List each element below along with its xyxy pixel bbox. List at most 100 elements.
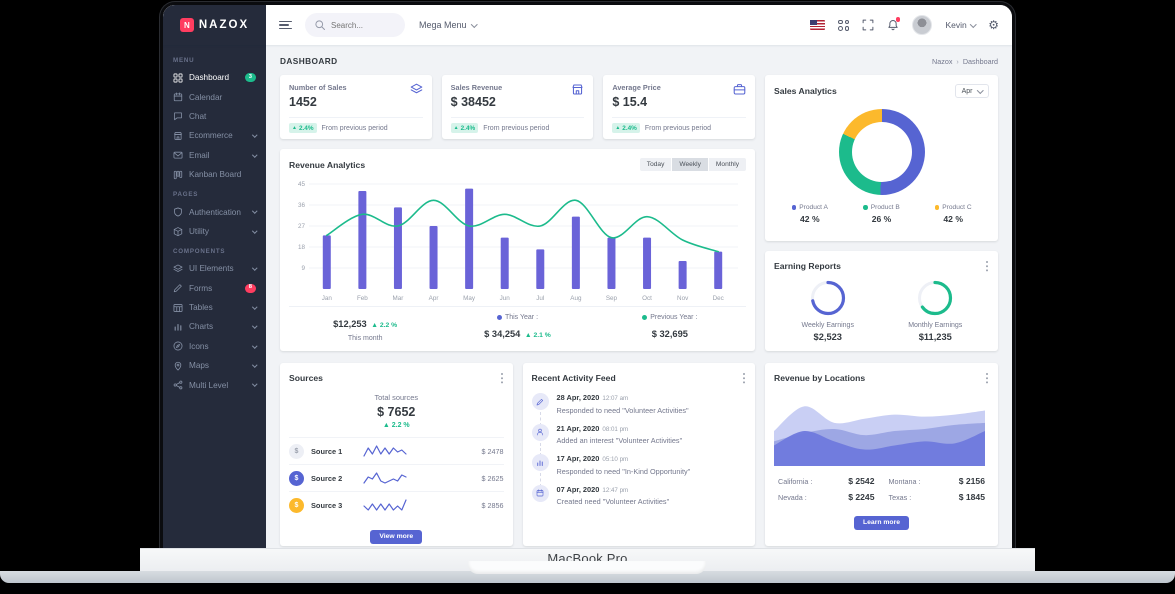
user-icon <box>532 424 549 441</box>
logo[interactable]: N NAZOX <box>163 5 266 45</box>
earning-items: Weekly Earnings$2,523Monthly Earnings$11… <box>774 279 989 342</box>
sidebar-item-dashboard[interactable]: Dashboard3 <box>163 68 266 87</box>
sidebar-item-multi-level[interactable]: Multi Level <box>163 375 266 394</box>
location-stats: California :$ 2542Montana :$ 2156Nevada … <box>774 476 989 502</box>
language-flag-us[interactable] <box>810 20 825 30</box>
chevron-down-icon <box>252 209 257 214</box>
macbook-screen: N NAZOX Mega Menu Kevin ⚙ MENUDashboard3… <box>163 5 1012 548</box>
sidebar-item-tables[interactable]: Tables <box>163 298 266 317</box>
sales-donut-chart <box>839 109 925 195</box>
avatar[interactable] <box>912 15 932 35</box>
svg-text:Nov: Nov <box>677 295 689 302</box>
svg-text:45: 45 <box>298 181 306 188</box>
delta-badge: ▲2.4% <box>289 123 317 133</box>
chevron-down-icon <box>252 324 257 329</box>
legend-dot <box>642 315 647 320</box>
notifications-bell-icon[interactable] <box>887 19 899 31</box>
sidebar-item-charts[interactable]: Charts <box>163 317 266 336</box>
this-year-delta: ▲ 2.1 % <box>525 332 551 339</box>
activity-item: 07 Apr, 202012:47 pmCreated need "Volunt… <box>532 485 747 507</box>
compass-icon <box>173 341 183 351</box>
revenue-locations-card: Revenue by Locations California :$ 2542M… <box>765 363 998 546</box>
chevron-down-icon <box>252 362 257 367</box>
source-row-source-3[interactable]: $Source 3$ 2856 <box>289 491 504 518</box>
svg-text:36: 36 <box>298 202 306 209</box>
legend-dot <box>863 205 868 210</box>
activity-feed-card: Recent Activity Feed 28 Apr, 202012:07 a… <box>523 363 756 546</box>
sidebar-item-ecommerce[interactable]: Ecommerce <box>163 126 266 145</box>
source-row-source-2[interactable]: $Source 2$ 2625 <box>289 464 504 491</box>
topbar: N NAZOX Mega Menu Kevin ⚙ <box>163 5 1012 45</box>
svg-text:27: 27 <box>298 223 306 230</box>
table-icon <box>173 303 183 313</box>
sidebar-item-ui-elements[interactable]: UI Elements <box>163 259 266 278</box>
range-button-weekly[interactable]: Weekly <box>672 158 708 171</box>
svg-text:Jan: Jan <box>322 295 333 302</box>
search-icon <box>314 19 326 31</box>
mega-menu-button[interactable]: Mega Menu <box>419 20 476 30</box>
topbar-actions: Kevin ⚙ <box>810 15 1012 35</box>
sidebar-item-chat[interactable]: Chat <box>163 107 266 126</box>
sidebar-item-utility[interactable]: Utility <box>163 222 266 241</box>
card-title: Recent Activity Feed <box>532 373 616 383</box>
sidebar-item-forms[interactable]: Forms8 <box>163 279 266 298</box>
page-title: DASHBOARD <box>280 56 338 66</box>
chevron-down-icon <box>471 21 477 27</box>
sales-analytics-card: Sales Analytics Apr Product A42 %Product… <box>765 75 998 241</box>
card-title: Earning Reports <box>774 261 841 271</box>
month-label: This month <box>289 335 441 342</box>
svg-text:May: May <box>463 295 476 302</box>
fullscreen-icon[interactable] <box>862 19 874 31</box>
bars-icon <box>173 322 183 332</box>
search-input[interactable] <box>331 21 396 30</box>
source-icon: $ <box>289 471 304 486</box>
month-select[interactable]: Apr <box>955 84 989 98</box>
legend-dot <box>792 205 797 210</box>
location-stat-texas-: Texas :$ 1845 <box>889 492 986 502</box>
earning-reports-card: Earning Reports Weekly Earnings$2,523Mon… <box>765 251 998 351</box>
sidebar-item-maps[interactable]: Maps <box>163 356 266 375</box>
calendar-icon <box>173 92 183 102</box>
sparkline-chart <box>362 498 408 512</box>
month-value: $12,253 <box>333 319 367 329</box>
revenue-analytics-card: Revenue Analytics TodayWeeklyMonthly 453… <box>280 149 755 351</box>
kebab-menu-icon[interactable] <box>986 260 989 272</box>
svg-text:Feb: Feb <box>357 295 368 302</box>
sidebar-item-calendar[interactable]: Calendar <box>163 87 266 106</box>
range-button-today[interactable]: Today <box>640 158 672 171</box>
macbook-notch <box>468 561 706 574</box>
source-row-source-1[interactable]: $Source 1$ 2478 <box>289 437 504 464</box>
radial-chart <box>809 279 847 317</box>
notification-dot <box>896 17 901 22</box>
learn-more-button[interactable]: Learn more <box>854 516 909 530</box>
kebab-menu-icon[interactable] <box>986 372 989 384</box>
card-title: Revenue by Locations <box>774 373 865 383</box>
user-menu[interactable]: Kevin <box>945 20 975 30</box>
sidebar-item-kanban-board[interactable]: Kanban Board <box>163 165 266 184</box>
sparkline-chart <box>362 471 408 485</box>
stat-cards: Number of Sales1452▲2.4%From previous pe… <box>280 75 755 139</box>
range-buttons: TodayWeeklyMonthly <box>640 158 746 171</box>
chevron-down-icon <box>252 343 257 348</box>
legend-item-product-b: Product B26 % <box>846 204 918 224</box>
activity-item: 17 Apr, 202005:10 pmResponded to need "I… <box>532 454 747 476</box>
sidebar-menu: MENUDashboard3CalendarChatEcommerceEmail… <box>163 50 266 395</box>
apps-grid-icon[interactable] <box>838 20 849 31</box>
share-icon <box>173 380 183 390</box>
kebab-menu-icon[interactable] <box>501 372 504 384</box>
sidebar-section-label: MENU <box>163 50 266 68</box>
sidebar-item-authentication[interactable]: Authentication <box>163 202 266 221</box>
view-more-button[interactable]: View more <box>370 530 422 544</box>
sidebar-badge: 3 <box>245 73 256 82</box>
layers-icon <box>410 83 423 96</box>
kebab-menu-icon[interactable] <box>743 372 746 384</box>
menu-toggle-button[interactable] <box>279 21 292 30</box>
gear-icon[interactable]: ⚙ <box>988 19 999 31</box>
sidebar-item-icons[interactable]: Icons <box>163 337 266 356</box>
activity-item: 28 Apr, 202012:07 amResponded to need "V… <box>532 393 747 415</box>
sources-card: Sources Total sources $ 7652 ▲ 2.2 % $So… <box>280 363 513 546</box>
locations-area-chart <box>774 392 985 466</box>
sidebar-item-email[interactable]: Email <box>163 146 266 165</box>
range-button-monthly[interactable]: Monthly <box>709 158 746 171</box>
calendar-icon <box>532 485 549 502</box>
